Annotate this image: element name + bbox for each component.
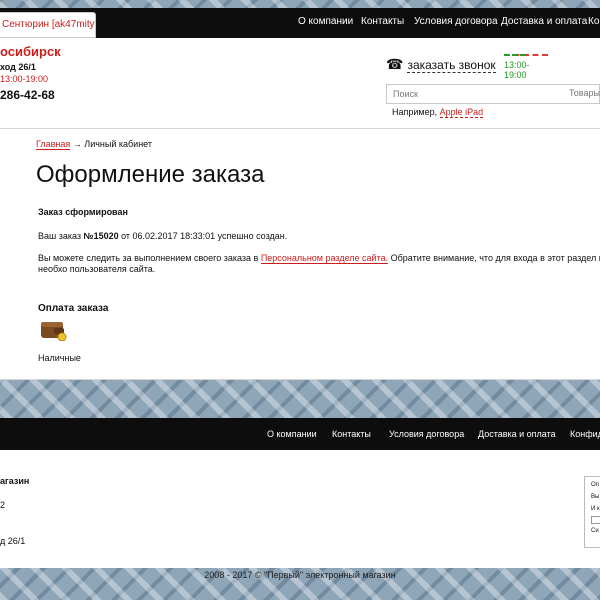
site-header: осибирск ход 26/1 13:00-19:00 286-42-68 …	[0, 38, 600, 128]
callback-label: заказать звонок	[407, 58, 496, 73]
order-confirmation: Ваш заказ №15020 от 06.02.2017 18:33:01 …	[38, 231, 287, 241]
search-example-label: Например,	[392, 107, 438, 117]
search-example-link[interactable]: Apple iPad	[439, 107, 484, 118]
store-address: ход 26/1	[0, 62, 36, 72]
order-text-prefix: Ваш заказ	[38, 231, 84, 241]
top-nav-item-contacts[interactable]: Контакты	[361, 16, 404, 30]
footer-side-widget: Оп Вы И к Си	[584, 476, 600, 548]
city-selector[interactable]: осибирск	[0, 44, 61, 59]
footer-nav-item-contacts[interactable]: Контакты	[332, 429, 371, 439]
search-box: Товары	[386, 84, 600, 104]
footer-nav-item-about[interactable]: О компании	[267, 429, 317, 439]
personal-section-link[interactable]: Персональном разделе сайта.	[260, 253, 389, 264]
footer-nav-item-privacy[interactable]: Конфид	[570, 429, 600, 439]
top-nav-item-delivery[interactable]: Доставка и оплата	[501, 16, 587, 30]
breadcrumb-home-link[interactable]: Главная	[36, 139, 71, 150]
payment-method-cash[interactable]: Наличные	[38, 353, 81, 363]
copyright: 2008 - 2017 © "Первый" электронный магаз…	[204, 570, 396, 580]
order-status: Заказ сформирован	[38, 207, 128, 217]
order-number: №15020	[83, 231, 119, 241]
top-nav-item-about[interactable]: О компании	[298, 16, 353, 30]
search-category-select[interactable]: Товары	[569, 88, 600, 98]
side-widget-line: Вы	[591, 494, 600, 500]
store-hours: 13:00-19:00	[0, 74, 49, 84]
payment-title: Оплата заказа	[38, 303, 109, 314]
side-widget-line: И к	[591, 506, 600, 512]
side-widget-line: Оп	[591, 482, 599, 488]
side-widget-line: Си	[591, 528, 599, 534]
side-widget-button[interactable]	[591, 516, 600, 524]
callback-button[interactable]: ☎ заказать звонок	[386, 56, 496, 73]
order-text-suffix: от 06.02.2017 18:33:01 успешно создан.	[118, 231, 288, 241]
store-phone: 286-42-68	[0, 88, 55, 102]
phone-icon: ☎	[386, 56, 404, 72]
top-nav-item-terms[interactable]: Условия договора	[414, 16, 498, 30]
main-content: Главная → Личный кабинет Оформление зака…	[0, 128, 600, 380]
site-footer: агазин 2 д 26/1 Оп Вы И к Си 2008 - 2017…	[0, 450, 600, 580]
footer-nav-item-terms[interactable]: Условия договора	[389, 429, 464, 439]
search-example: Например, Apple iPad	[392, 107, 484, 118]
footer-store-title: агазин	[0, 476, 30, 486]
user-account-link[interactable]: Сентюрин [ak47mitya]	[2, 19, 95, 30]
page-title: Оформление заказа	[36, 161, 265, 188]
breadcrumb-arrow: →	[72, 139, 82, 149]
breadcrumb: Главная → Личный кабинет	[36, 139, 153, 150]
footer-store-line: 2	[0, 500, 6, 510]
wallet-icon	[41, 322, 67, 341]
callback-hours: 13:00-19:00	[504, 54, 548, 80]
breadcrumb-current: Личный кабинет	[84, 139, 153, 149]
user-account-tab[interactable]: Сентюрин [ak47mitya]	[0, 12, 96, 38]
info-text-prefix: Вы можете следить за выполнением своего …	[38, 253, 261, 263]
top-nav-item-more[interactable]: Ко	[588, 16, 599, 30]
footer-store-address: д 26/1	[0, 536, 26, 546]
search-input[interactable]	[387, 85, 537, 103]
footer-nav-item-delivery[interactable]: Доставка и оплата	[478, 429, 556, 439]
order-tracking-info: Вы можете следить за выполнением своего …	[38, 253, 600, 275]
